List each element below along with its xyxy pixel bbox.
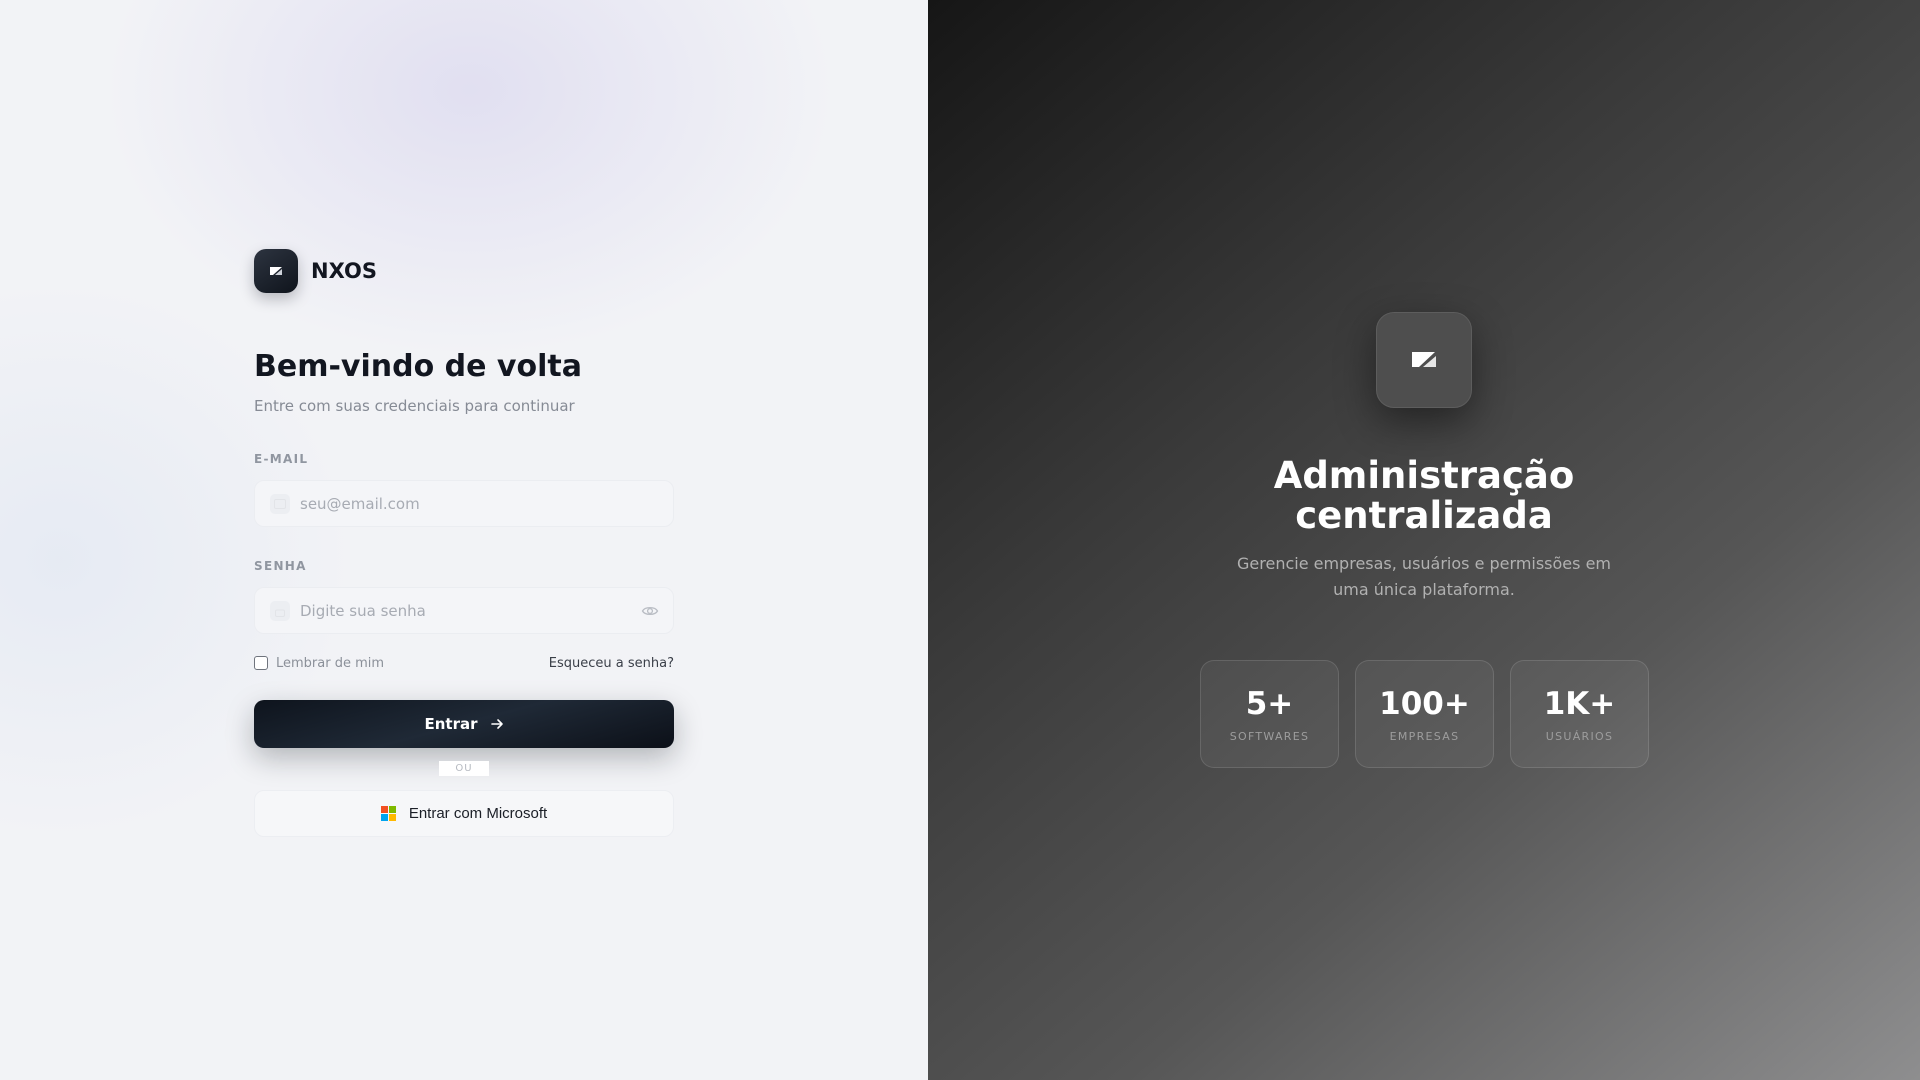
mail-icon (270, 493, 290, 514)
divider-label: OU (439, 761, 489, 776)
brand-name: NXOS (311, 259, 377, 283)
email-field-wrapper (254, 480, 674, 527)
password-label: SENHA (254, 559, 307, 573)
lock-icon (270, 600, 290, 621)
stats: 5+ SOFTWARES 100+ EMPRESAS 1K+ USUÁRIOS (1200, 660, 1649, 768)
login-form: NXOS Bem-vindo de volta Entre com suas c… (254, 249, 674, 837)
stat-value: 5+ (1245, 685, 1294, 722)
hero-panel: Administração centralizada Gerencie empr… (928, 0, 1920, 1080)
hero-description-line1: Gerencie empresas, usuários e permissões… (1237, 554, 1611, 573)
hero-title: Administração centralizada (928, 456, 1920, 536)
microsoft-login-label: Entrar com Microsoft (408, 805, 548, 822)
microsoft-logo-icon (380, 806, 396, 821)
forgot-password-link[interactable]: Esqueceu a senha? (549, 656, 674, 671)
password-input[interactable] (300, 588, 620, 633)
hero-title-line1: Administração (1273, 454, 1575, 497)
eye-icon[interactable] (641, 602, 659, 620)
hero-logo-icon (1376, 312, 1472, 408)
password-field-wrapper (254, 587, 674, 634)
hero-description: Gerencie empresas, usuários e permissões… (928, 551, 1920, 603)
email-input[interactable] (300, 481, 620, 526)
login-button-label: Entrar (424, 715, 478, 733)
stat-card: 5+ SOFTWARES (1200, 660, 1339, 768)
page-subtitle: Entre com suas credenciais para continua… (254, 397, 575, 415)
login-panel: NXOS Bem-vindo de volta Entre com suas c… (0, 0, 928, 1080)
stat-label: USUÁRIOS (1545, 729, 1614, 743)
stat-value: 100+ (1379, 685, 1470, 722)
stat-label: SOFTWARES (1229, 729, 1310, 743)
arrow-right-icon (490, 719, 503, 729)
logo-icon (254, 249, 298, 293)
stat-label: EMPRESAS (1389, 729, 1460, 743)
stat-card: 100+ EMPRESAS (1355, 660, 1494, 768)
divider: OU (254, 761, 674, 776)
remember-me[interactable]: Lembrar de mim (254, 656, 384, 671)
remember-checkbox[interactable] (254, 656, 268, 670)
hero-description-line2: uma única plataforma. (1333, 580, 1515, 599)
microsoft-login-button[interactable]: Entrar com Microsoft (254, 790, 674, 837)
brand: NXOS (254, 249, 674, 293)
stat-value: 1K+ (1543, 685, 1616, 722)
remember-label: Lembrar de mim (276, 655, 385, 671)
page-title: Bem-vindo de volta (254, 349, 582, 384)
options-row: Lembrar de mim Esqueceu a senha? (254, 655, 674, 671)
email-label: E-MAIL (254, 452, 309, 466)
hero-title-line2: centralizada (1295, 494, 1553, 537)
login-button[interactable]: Entrar (254, 700, 674, 748)
stat-card: 1K+ USUÁRIOS (1510, 660, 1649, 768)
